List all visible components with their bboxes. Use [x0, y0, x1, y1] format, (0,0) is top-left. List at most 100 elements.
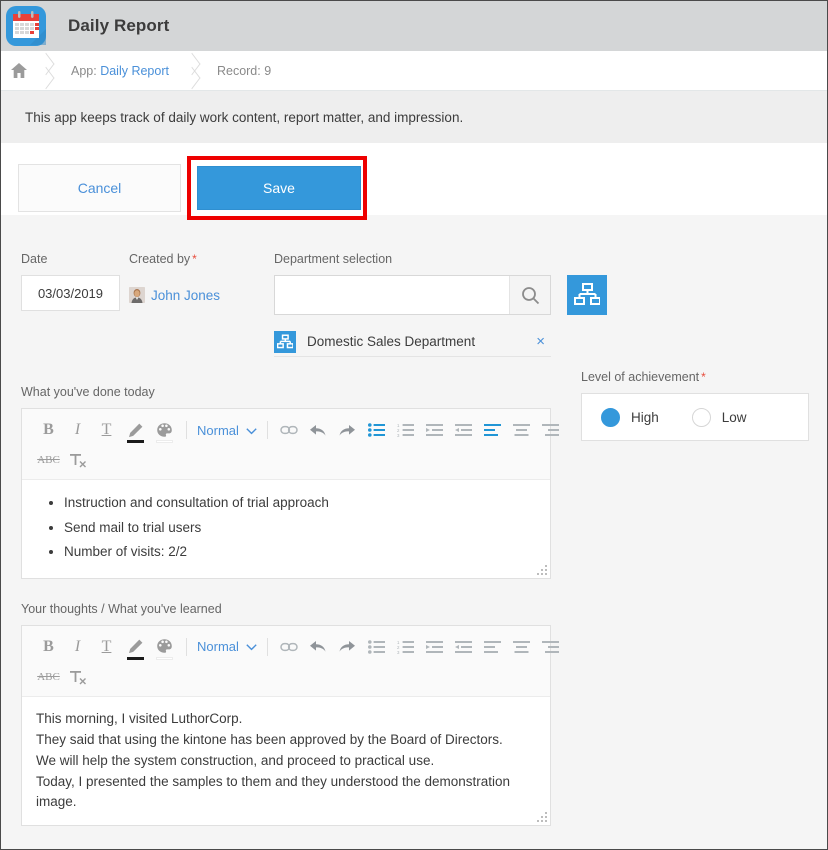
pencil-icon[interactable]: [121, 633, 150, 661]
toolbar-divider: [266, 421, 268, 439]
cancel-button[interactable]: Cancel: [18, 164, 181, 212]
underline-button[interactable]: T: [92, 633, 121, 661]
clear-format-icon[interactable]: [63, 446, 92, 474]
created-by-field: Created by * John Jones: [129, 252, 274, 357]
save-button[interactable]: Save: [197, 166, 361, 210]
achievement-field: Level of achievement * High Low: [581, 370, 809, 441]
radio-dot-low[interactable]: [691, 407, 711, 427]
paragraph-style-dropdown[interactable]: Normal: [194, 639, 260, 654]
indent-icon[interactable]: [420, 416, 449, 444]
created-by-label: Created by *: [129, 252, 274, 266]
toolbar-divider: [186, 421, 187, 439]
breadcrumb-app-prefix: App:: [71, 63, 101, 78]
form-row-top: Date 03/03/2019 Created by * John Jones …: [1, 232, 827, 357]
svg-text:3: 3: [397, 650, 400, 654]
strikethrough-button[interactable]: ABC: [34, 663, 63, 691]
radio-dot-high[interactable]: [601, 407, 620, 427]
clear-format-icon[interactable]: [63, 663, 92, 691]
bg-color-swatch: [156, 440, 173, 443]
outdent-icon[interactable]: [449, 416, 478, 444]
italic-button[interactable]: I: [63, 416, 92, 444]
thoughts-line: This morning, I visited LuthorCorp.: [36, 710, 243, 726]
redo-icon[interactable]: [333, 416, 362, 444]
strikethrough-button[interactable]: ABC: [34, 446, 63, 474]
close-icon[interactable]: ×: [536, 334, 551, 349]
achievement-label-text: Level of achievement: [581, 370, 700, 384]
org-chart-icon: [274, 330, 296, 353]
app-header: Daily Report: [1, 1, 827, 51]
department-search-input[interactable]: [275, 276, 509, 314]
italic-button[interactable]: I: [63, 633, 92, 661]
thoughts-line: We will help the system construction, an…: [36, 752, 435, 768]
align-right-icon[interactable]: [536, 633, 565, 661]
undo-icon[interactable]: [304, 416, 333, 444]
undo-icon[interactable]: [304, 633, 333, 661]
redo-icon[interactable]: [333, 633, 362, 661]
palette-icon[interactable]: [150, 416, 179, 444]
bold-button[interactable]: B: [34, 416, 63, 444]
list-item: Instruction and consultation of trial ap…: [64, 492, 536, 514]
bg-color-swatch: [156, 656, 173, 660]
department-label: Department selection: [274, 252, 393, 266]
thoughts-content[interactable]: This morning, I visited LuthorCorp. They…: [22, 697, 550, 826]
date-field: Date 03/03/2019: [21, 252, 129, 357]
list-item: Send mail to trial users: [64, 517, 536, 539]
department-search-row: [274, 275, 827, 315]
bullet-list-icon[interactable]: [362, 416, 391, 444]
created-by-value: John Jones: [129, 275, 274, 313]
resize-handle[interactable]: [537, 812, 547, 823]
editor-toolbar: B I T Normal 1 2 3 ABC: [22, 409, 559, 480]
achievement-label: Level of achievement *: [581, 370, 809, 384]
text-color-swatch: [127, 440, 144, 443]
thoughts-line: image.: [36, 794, 77, 810]
breadcrumb-app-link[interactable]: Daily Report: [100, 64, 169, 78]
radio-option-high[interactable]: High: [601, 407, 659, 427]
toolbar-row-primary: B I T Normal 1 2 3: [34, 632, 559, 662]
required-marker: *: [192, 252, 197, 266]
link-icon[interactable]: [275, 633, 304, 661]
selected-department-name: Domestic Sales Department: [307, 334, 476, 349]
search-icon[interactable]: [509, 276, 550, 314]
breadcrumb-separator: [183, 51, 203, 91]
breadcrumb-app: App: Daily Report: [57, 64, 183, 78]
palette-icon[interactable]: [150, 633, 179, 661]
numbered-list-icon[interactable]: 1 2 3: [391, 633, 420, 661]
radio-option-low[interactable]: Low: [691, 407, 747, 427]
text-color-swatch: [127, 656, 144, 660]
date-input[interactable]: 03/03/2019: [21, 275, 120, 311]
align-left-icon[interactable]: [478, 416, 507, 444]
toolbar-divider: [266, 637, 268, 656]
paragraph-style-dropdown[interactable]: Normal: [194, 423, 260, 438]
home-icon[interactable]: [1, 63, 37, 78]
chevron-down-icon: [246, 423, 257, 438]
underline-button[interactable]: T: [92, 416, 121, 444]
done-today-list: Instruction and consultation of trial ap…: [36, 492, 536, 563]
date-label: Date: [21, 252, 48, 266]
pencil-icon[interactable]: [121, 416, 150, 444]
selected-department-chip: Domestic Sales Department ×: [274, 327, 551, 357]
org-chart-icon[interactable]: [567, 275, 607, 315]
editor-toolbar: B I T Normal 1 2 3 ABC: [22, 625, 559, 697]
created-by-label-text: Created by: [129, 252, 191, 266]
thoughts-line: They said that using the kintone has bee…: [36, 731, 503, 747]
thoughts-line: Today, I presented the samples to them a…: [36, 773, 511, 789]
link-icon[interactable]: [275, 416, 304, 444]
created-by-user-link[interactable]: John Jones: [151, 288, 220, 303]
list-item: Number of visits: 2/2: [64, 541, 536, 563]
numbered-list-icon[interactable]: 1 2 3: [391, 416, 420, 444]
bullet-list-icon[interactable]: [362, 633, 391, 661]
align-left-icon[interactable]: [478, 633, 507, 661]
resize-handle[interactable]: [537, 564, 547, 575]
align-center-icon[interactable]: [507, 633, 536, 661]
department-search-wrap: [274, 275, 551, 315]
toolbar-row-primary: B I T Normal 1 2 3: [34, 415, 559, 445]
indent-icon[interactable]: [420, 633, 449, 661]
breadcrumb: App: Daily Report Record: 9: [1, 51, 827, 91]
done-today-content[interactable]: Instruction and consultation of trial ap…: [22, 480, 550, 578]
align-right-icon[interactable]: [536, 416, 565, 444]
bold-button[interactable]: B: [34, 633, 63, 661]
breadcrumb-separator: [37, 51, 57, 91]
outdent-icon[interactable]: [449, 633, 478, 661]
radio-label-low: Low: [721, 409, 747, 425]
align-center-icon[interactable]: [507, 416, 536, 444]
